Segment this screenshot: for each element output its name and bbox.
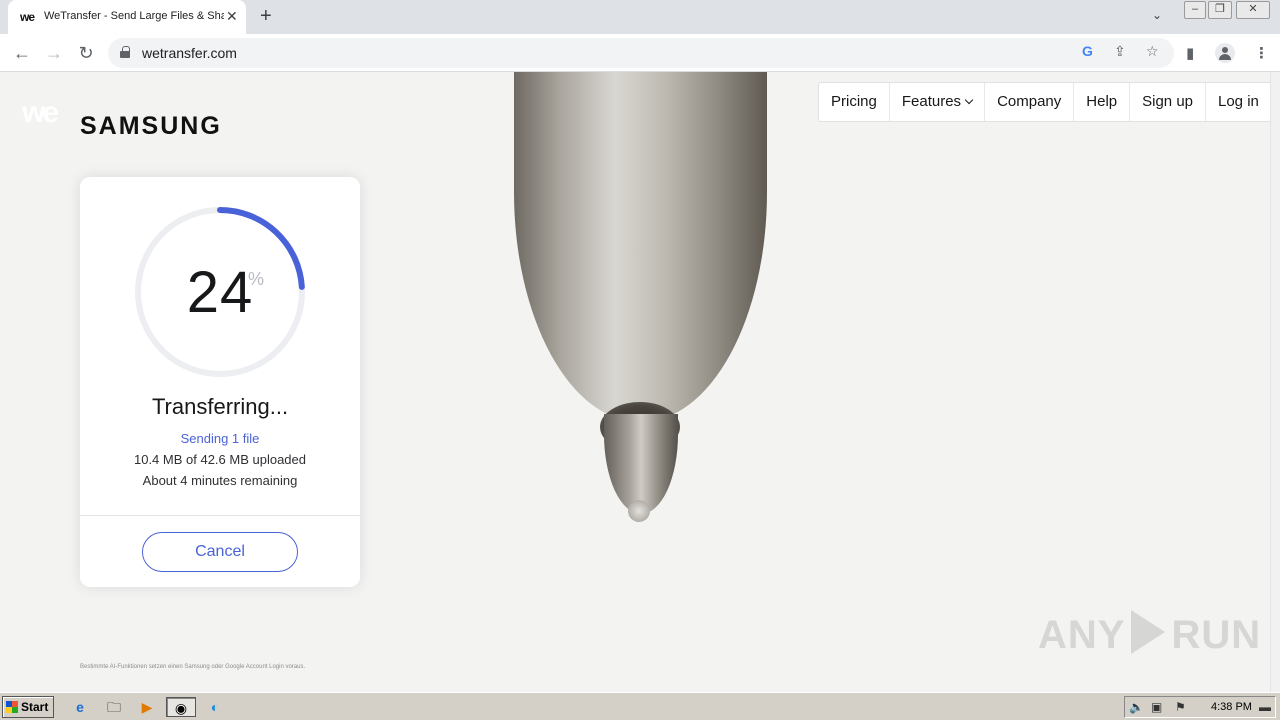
lock-icon[interactable]	[120, 46, 130, 58]
wetransfer-logo[interactable]: we	[22, 96, 59, 130]
wetransfer-favicon-icon: we	[20, 10, 35, 24]
samsung-logo: SAMSUNG	[80, 112, 222, 140]
flag-icon[interactable]: ⚑	[1175, 700, 1186, 714]
volume-icon[interactable]: 🔈	[1129, 700, 1144, 714]
main-nav: Pricing Features Company Help Sign up Lo…	[818, 82, 1270, 122]
minimize-button[interactable]: –	[1184, 1, 1206, 19]
bookmark-star-icon[interactable]: ☆	[1146, 43, 1159, 60]
profile-avatar-icon[interactable]	[1215, 43, 1235, 63]
nav-sign-up[interactable]: Sign up	[1130, 83, 1206, 121]
windows-logo-icon	[6, 701, 18, 713]
cancel-button[interactable]: Cancel	[142, 532, 298, 572]
explorer-icon[interactable]: 🗀	[102, 697, 126, 717]
side-panel-icon[interactable]: ▮	[1186, 44, 1194, 62]
play-icon	[1131, 610, 1166, 654]
watermark-right-text: RUN	[1171, 613, 1262, 657]
web-page: we SAMSUNG Pricing Features Company Help…	[0, 72, 1270, 692]
google-lens-icon[interactable]: G	[1082, 43, 1093, 59]
nav-features[interactable]: Features	[890, 83, 986, 121]
page-scrollbar[interactable]	[1270, 72, 1280, 692]
nav-features-label: Features	[901, 93, 962, 110]
ie-icon[interactable]: e	[68, 697, 92, 717]
network-icon[interactable]: ▣	[1151, 700, 1162, 714]
uploaded-size-text: 10.4 MB of 42.6 MB uploaded	[133, 452, 306, 467]
media-player-icon[interactable]: ▶	[135, 697, 159, 717]
stylus-pen-point-image	[628, 500, 650, 522]
ai-disclaimer-text: Bestimmte AI-Funktionen setzen einen Sam…	[80, 664, 306, 670]
url-text[interactable]: wetransfer.com	[142, 45, 237, 61]
back-arrow-icon[interactable]: ←	[10, 41, 34, 65]
browser-tab-strip: we WeTransfer - Send Large Files & Share…	[0, 0, 1280, 34]
forward-arrow-icon[interactable]: →	[42, 41, 66, 65]
nav-company[interactable]: Company	[985, 83, 1075, 121]
restore-button[interactable]: ❐	[1208, 1, 1232, 19]
stylus-pen-image	[514, 72, 767, 422]
new-tab-button[interactable]: +	[260, 6, 272, 26]
taskbar-clock[interactable]: 4:38 PM	[1211, 701, 1252, 713]
chevron-down-icon	[964, 95, 974, 105]
card-divider	[80, 515, 360, 516]
tab-close-icon[interactable]: ✕	[226, 8, 238, 24]
tab-title: WeTransfer - Send Large Files & Share Ph…	[44, 10, 224, 22]
start-label: Start	[21, 700, 49, 714]
chrome-icon[interactable]: ◉	[166, 697, 196, 717]
progress-percent-sign: %	[248, 269, 265, 289]
system-tray: 🔈 ▣ ⚑ 4:38 PM ▬	[1124, 696, 1276, 718]
transfer-progress-card: 24 % Transferring... Sending 1 file 10.4…	[80, 177, 360, 587]
stylus-pen-tip-image	[604, 414, 678, 514]
nav-pricing[interactable]: Pricing	[819, 83, 890, 121]
anyrun-watermark: ANY RUN	[1038, 610, 1261, 658]
progress-percent-value: 24	[186, 260, 254, 325]
sending-files-text: Sending 1 file	[180, 431, 260, 446]
close-window-button[interactable]: ✕	[1236, 1, 1270, 19]
reload-icon[interactable]: ↻	[74, 41, 98, 65]
browser-toolbar: ← → ↻ wetransfer.com G ⇪ ☆ ▮ ⋮	[0, 34, 1280, 72]
show-desktop-icon[interactable]: ▬	[1259, 700, 1271, 714]
tab-search-chevron-icon[interactable]: ⌄	[1152, 8, 1162, 22]
menu-kebab-icon[interactable]: ⋮	[1254, 44, 1269, 62]
share-icon[interactable]: ⇪	[1114, 43, 1126, 60]
edge-icon[interactable]: ◐	[203, 697, 227, 717]
watermark-left-text: ANY	[1038, 613, 1126, 657]
time-remaining-text: About 4 minutes remaining	[142, 473, 298, 488]
windows-taskbar: Start e 🗀 ▶ ◉ ◐ 🔈 ▣ ⚑ 4:38 PM ▬	[0, 692, 1280, 720]
browser-tab[interactable]: we WeTransfer - Send Large Files & Share…	[8, 0, 246, 34]
transfer-status-title: Transferring...	[151, 394, 289, 419]
nav-log-in[interactable]: Log in	[1206, 83, 1270, 121]
nav-help[interactable]: Help	[1074, 83, 1131, 121]
address-bar[interactable]: wetransfer.com G ⇪ ☆	[108, 38, 1174, 68]
start-button[interactable]: Start	[2, 696, 54, 718]
